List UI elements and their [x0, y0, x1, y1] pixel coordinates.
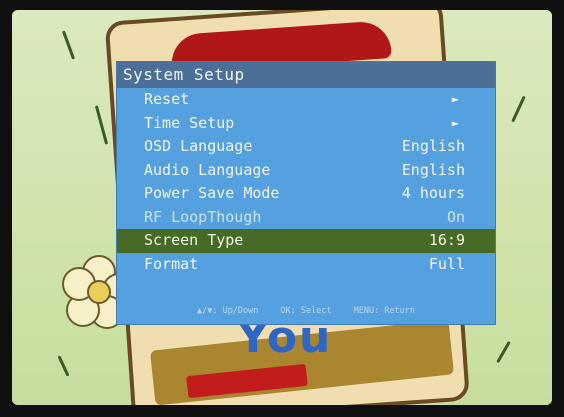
menu-item-format[interactable]: Format Full: [117, 253, 495, 277]
menu-item-rf-loopthough[interactable]: RF LoopThough On: [117, 206, 495, 230]
menu-item-time-setup[interactable]: Time Setup ►: [117, 112, 495, 136]
help-nav: ▲/▼: Up/Down: [196, 305, 259, 316]
tv-bezel: You System Setup Reset ► Time Setup ► OSD La…: [0, 0, 564, 417]
submenu-arrow-icon: ►: [451, 92, 459, 106]
menu-item-osd-language[interactable]: OSD Language English: [117, 135, 495, 159]
menu-list: Reset ► Time Setup ► OSD Language English Audi…: [117, 88, 495, 276]
system-setup-menu: System Setup Reset ► Time Setup ► OSD Langua…: [117, 62, 495, 324]
menu-item-value: 16:9: [428, 231, 465, 249]
menu-item-label: RF LoopThough: [144, 207, 262, 226]
menu-item-audio-language[interactable]: Audio Language English: [117, 159, 495, 183]
menu-item-value: 4 hours: [401, 184, 465, 202]
menu-item-label: Audio Language: [144, 160, 271, 179]
help-ok: OK: Select: [280, 305, 332, 316]
menu-item-power-save-mode[interactable]: Power Save Mode 4 hours: [117, 182, 495, 206]
submenu-arrow-icon: ►: [451, 115, 459, 130]
menu-item-value: English: [401, 160, 465, 179]
menu-help-bar: ▲/▼: Up/Down OK: Select MENU: Return: [117, 297, 495, 324]
menu-item-label: Format: [144, 254, 199, 273]
menu-item-label: Time Setup: [144, 113, 235, 132]
menu-item-value: On: [446, 207, 465, 226]
menu-item-label: OSD Language: [144, 137, 253, 155]
menu-item-label: Power Save Mode: [144, 184, 280, 202]
menu-item-value: English: [401, 137, 465, 155]
menu-item-screen-type[interactable]: Screen Type 16:9: [117, 229, 495, 253]
help-menu: MENU: Return: [353, 305, 416, 316]
menu-title: System Setup: [117, 62, 495, 88]
menu-item-label: Screen Type: [144, 231, 244, 249]
menu-item-reset[interactable]: Reset ►: [117, 88, 495, 112]
menu-item-label: Reset: [144, 90, 190, 108]
menu-item-value: Full: [428, 254, 465, 273]
